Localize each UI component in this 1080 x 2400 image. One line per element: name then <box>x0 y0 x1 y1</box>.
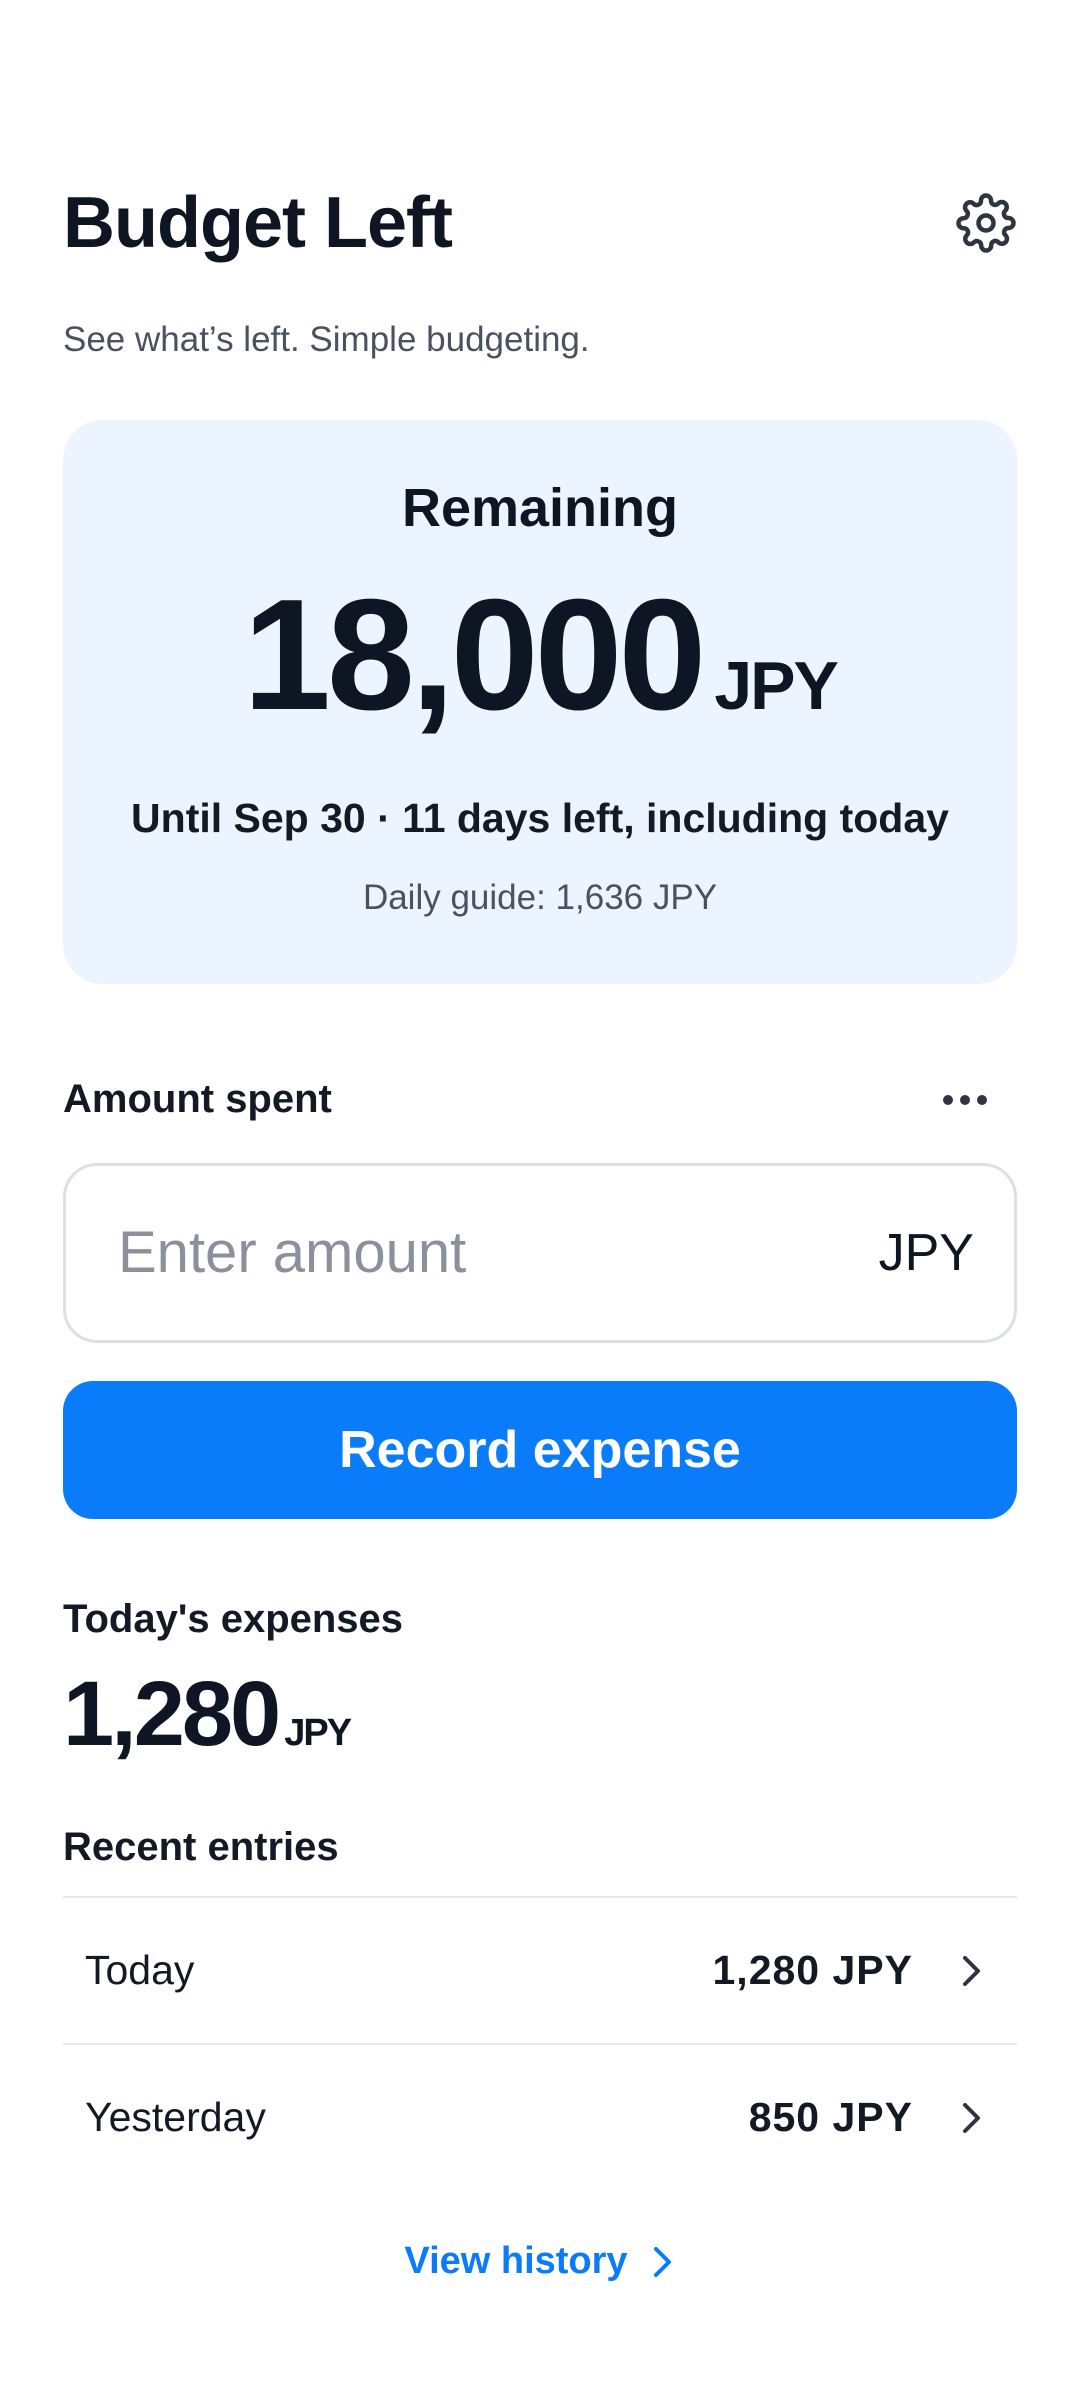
app-header: Budget Left <box>63 178 1017 268</box>
chevron-right-icon <box>957 2098 987 2138</box>
period-info: Until Sep 30 · 11 days left, including t… <box>131 795 949 841</box>
chevron-right-icon <box>957 1951 987 1991</box>
record-expense-button[interactable]: Record expense <box>63 1381 1017 1519</box>
recent-entries-list: Today 1,280 JPY Yesterday 850 JPY <box>63 1896 1017 2190</box>
amount-input-placeholder: Enter amount <box>118 1220 467 1285</box>
gear-icon <box>956 193 1016 253</box>
entry-amount: 850 JPY <box>748 2094 913 2140</box>
remaining-unit: JPY <box>714 648 839 724</box>
amount-input-unit: JPY <box>878 1224 974 1282</box>
amount-spent-label: Amount spent <box>63 1077 332 1121</box>
more-horizontal-icon <box>943 1095 987 1105</box>
todays-expenses-unit: JPY <box>284 1712 352 1754</box>
todays-expenses-label: Today's expenses <box>63 1597 404 1641</box>
remaining-label: Remaining <box>401 478 679 538</box>
settings-button[interactable] <box>955 192 1017 254</box>
chevron-right-icon <box>652 2244 676 2280</box>
app-subtitle: See what’s left. Simple budgeting. <box>63 320 590 359</box>
list-item[interactable]: Yesterday 850 JPY <box>63 2043 1017 2190</box>
entry-label: Yesterday <box>85 2094 266 2140</box>
entry-amount: 1,280 JPY <box>712 1947 913 1993</box>
amount-input[interactable]: Enter amount JPY <box>63 1163 1017 1343</box>
view-history-label: View history <box>404 2240 628 2282</box>
todays-expenses-total: 1,280 JPY <box>63 1663 352 1765</box>
remaining-card: Remaining 18,000 JPY Until Sep 30 · 11 d… <box>63 420 1017 984</box>
view-history-link[interactable]: View history <box>0 2240 1080 2283</box>
app-title: Budget Left <box>63 183 453 263</box>
todays-expenses-amount: 1,280 <box>63 1663 281 1765</box>
recent-entries-label: Recent entries <box>63 1825 339 1869</box>
daily-guide: Daily guide: 1,636 JPY <box>362 878 718 917</box>
entry-label: Today <box>85 1947 195 1993</box>
list-item[interactable]: Today 1,280 JPY <box>63 1896 1017 2043</box>
more-options-button[interactable] <box>930 1080 1000 1120</box>
remaining-amount-row: 18,000 JPY <box>63 567 1017 743</box>
remaining-amount: 18,000 <box>243 567 706 743</box>
